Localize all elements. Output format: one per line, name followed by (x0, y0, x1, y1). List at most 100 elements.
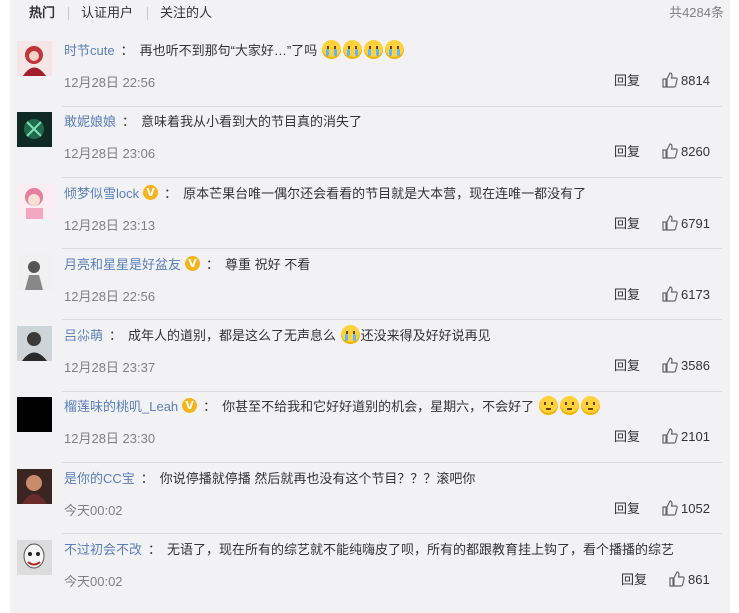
thumbs-up-icon (662, 72, 678, 88)
tab-separator (147, 7, 148, 20)
comment-item: 时节cute ： 再也听不到那句“大家好…”了吗 12月28日 22:56 回复 8… (10, 37, 730, 109)
colon: ： (203, 399, 217, 414)
reply-button[interactable]: 回复 (614, 355, 640, 374)
reply-button[interactable]: 回复 (614, 213, 640, 232)
comment-username[interactable]: 时节cute (64, 43, 115, 58)
like-button[interactable]: 6791 (662, 215, 710, 231)
thumbs-up-icon (669, 571, 685, 587)
like-count: 861 (688, 572, 710, 587)
comment-total-count: 共4284条 (669, 5, 724, 20)
reply-button[interactable]: 回复 (614, 426, 640, 445)
avatar[interactable] (17, 540, 52, 575)
like-button[interactable]: 1052 (662, 500, 710, 516)
like-button[interactable]: 2101 (662, 428, 710, 444)
tab-verified-users[interactable]: 认证用户 (81, 0, 133, 26)
comment-panel: 热门 认证用户 关注的人 共4284条 时节cute ： 再也听不到那句“大家好…”… (10, 0, 730, 613)
comment-item: 是你的CC宝 ： 你说停播就停播 然后就再也没有这个节目？？？滚吧你 今天00:02… (10, 465, 730, 537)
comment-time: 12月28日 22:56 (64, 75, 156, 90)
comment-username[interactable]: 月亮和星星是好盆友 (64, 257, 181, 272)
avatar[interactable] (17, 41, 52, 76)
comment-time: 今天00:02 (64, 503, 123, 518)
thumbs-up-icon (662, 500, 678, 516)
comment-username[interactable]: 不过初会不改 (64, 542, 142, 557)
colon: ： (122, 114, 136, 129)
colon: ： (120, 43, 134, 58)
divider (62, 462, 722, 463)
colon: ： (148, 542, 162, 557)
crying-face-icon (342, 40, 362, 59)
comment-item: 敢妮娘娘 ： 意味着我从小看到大的节目真的消失了 12月28日 23:06 回复 8… (10, 108, 730, 180)
divider (62, 533, 722, 534)
comment-time: 12月28日 22:56 (64, 289, 156, 304)
crying-face-icon (363, 40, 383, 59)
comment-time: 12月28日 23:13 (64, 218, 156, 233)
comment-item: 月亮和星星是好盆友 ： 尊重 祝好 不看 12月28日 22:56 回复 6173 (10, 251, 730, 323)
vip-badge-icon[interactable] (143, 182, 159, 204)
divider (62, 319, 722, 320)
like-count: 8260 (681, 144, 710, 159)
tab-separator (68, 7, 69, 20)
comment-text-continued: 还没来得及好好说再见 (360, 328, 491, 343)
like-count: 6173 (681, 287, 710, 302)
comment-text: 成年人的道别，都是这么了无声息么 (128, 328, 337, 343)
comment-time: 12月28日 23:06 (64, 146, 156, 161)
avatar[interactable] (17, 184, 52, 219)
divider (62, 106, 722, 107)
reply-button[interactable]: 回复 (614, 498, 640, 517)
like-button[interactable]: 8814 (662, 72, 710, 88)
comment-content: 榴莲味的桃叽_Leah ： 你甚至不给我和它好好道别的机会，星期六，不会好了 (64, 395, 601, 418)
comment-content: 吕尛萌 ： 成年人的道别，都是这么了无声息么 还没来得及好好说再见 (64, 325, 491, 347)
comment-text: 你说停播就停播 然后就再也没有这个节目？？？滚吧你 (159, 471, 476, 486)
reply-button[interactable]: 回复 (614, 70, 640, 89)
divider (62, 248, 722, 249)
like-button[interactable]: 8260 (662, 143, 710, 159)
avatar[interactable] (17, 397, 52, 432)
comment-item: 倾梦似雪lock ： 原本芒果台唯一偶尔还会看看的节目就是大本营，现在连唯一都没有了… (10, 180, 730, 252)
colon: ： (206, 257, 220, 272)
like-count: 3586 (681, 358, 710, 373)
colon: ： (109, 328, 123, 343)
comment-text: 尊重 祝好 不看 (225, 257, 311, 272)
vip-badge-icon[interactable] (185, 253, 201, 275)
thinking-face-icon (538, 396, 558, 415)
comment-username[interactable]: 是你的CC宝 (64, 471, 135, 486)
comment-text: 你甚至不给我和它好好道别的机会，星期六，不会好了 (222, 399, 535, 414)
tab-following[interactable]: 关注的人 (160, 0, 212, 26)
avatar[interactable] (17, 112, 52, 147)
reply-button[interactable]: 回复 (614, 141, 640, 160)
thumbs-up-icon (662, 215, 678, 231)
comment-text: 无语了，现在所有的综艺就不能纯嗨皮了呗，所有的都跟教育挂上钩了，看个播播的综艺 (167, 542, 675, 557)
tab-hot[interactable]: 热门 (29, 0, 55, 26)
comment-username[interactable]: 敢妮娘娘 (64, 114, 116, 129)
colon: ： (140, 471, 154, 486)
comment-username[interactable]: 倾梦似雪lock (64, 186, 139, 201)
comment-item: 榴莲味的桃叽_Leah ： 你甚至不给我和它好好道别的机会，星期六，不会好了 12月… (10, 393, 730, 465)
comment-content: 时节cute ： 再也听不到那句“大家好…”了吗 (64, 40, 405, 62)
comment-username[interactable]: 榴莲味的桃叽_Leah (64, 399, 178, 414)
avatar[interactable] (17, 469, 52, 504)
thinking-face-icon (580, 396, 600, 415)
comment-text: 再也听不到那句“大家好…”了吗 (139, 43, 318, 58)
comment-item: 不过初会不改 ： 无语了，现在所有的综艺就不能纯嗨皮了呗，所有的都跟教育挂上钩了，看… (10, 536, 730, 608)
comment-content: 倾梦似雪lock ： 原本芒果台唯一偶尔还会看看的节目就是大本营，现在连唯一都没有了 (64, 182, 587, 205)
like-button[interactable]: 861 (669, 571, 710, 587)
comment-text: 意味着我从小看到大的节目真的消失了 (141, 114, 363, 129)
colon: ： (164, 186, 178, 201)
comment-content: 不过初会不改 ： 无语了，现在所有的综艺就不能纯嗨皮了呗，所有的都跟教育挂上钩了，看… (64, 539, 674, 561)
comment-text: 原本芒果台唯一偶尔还会看看的节目就是大本营，现在连唯一都没有了 (183, 186, 587, 201)
comment-filter-tabs: 热门 认证用户 关注的人 共4284条 (10, 0, 730, 28)
divider (62, 391, 722, 392)
avatar[interactable] (17, 255, 52, 290)
like-button[interactable]: 6173 (662, 286, 710, 302)
comment-username[interactable]: 吕尛萌 (64, 328, 103, 343)
crying-face-icon (340, 325, 360, 344)
comment-time: 12月28日 23:37 (64, 360, 156, 375)
avatar[interactable] (17, 326, 52, 361)
reply-button[interactable]: 回复 (621, 569, 647, 588)
vip-badge-icon[interactable] (182, 395, 198, 417)
comment-item: 吕尛萌 ： 成年人的道别，都是这么了无声息么 还没来得及好好说再见 12月28日 2… (10, 322, 730, 394)
comment-content: 是你的CC宝 ： 你说停播就停播 然后就再也没有这个节目？？？滚吧你 (64, 468, 475, 490)
like-button[interactable]: 3586 (662, 357, 710, 373)
reply-button[interactable]: 回复 (614, 284, 640, 303)
thumbs-up-icon (662, 286, 678, 302)
